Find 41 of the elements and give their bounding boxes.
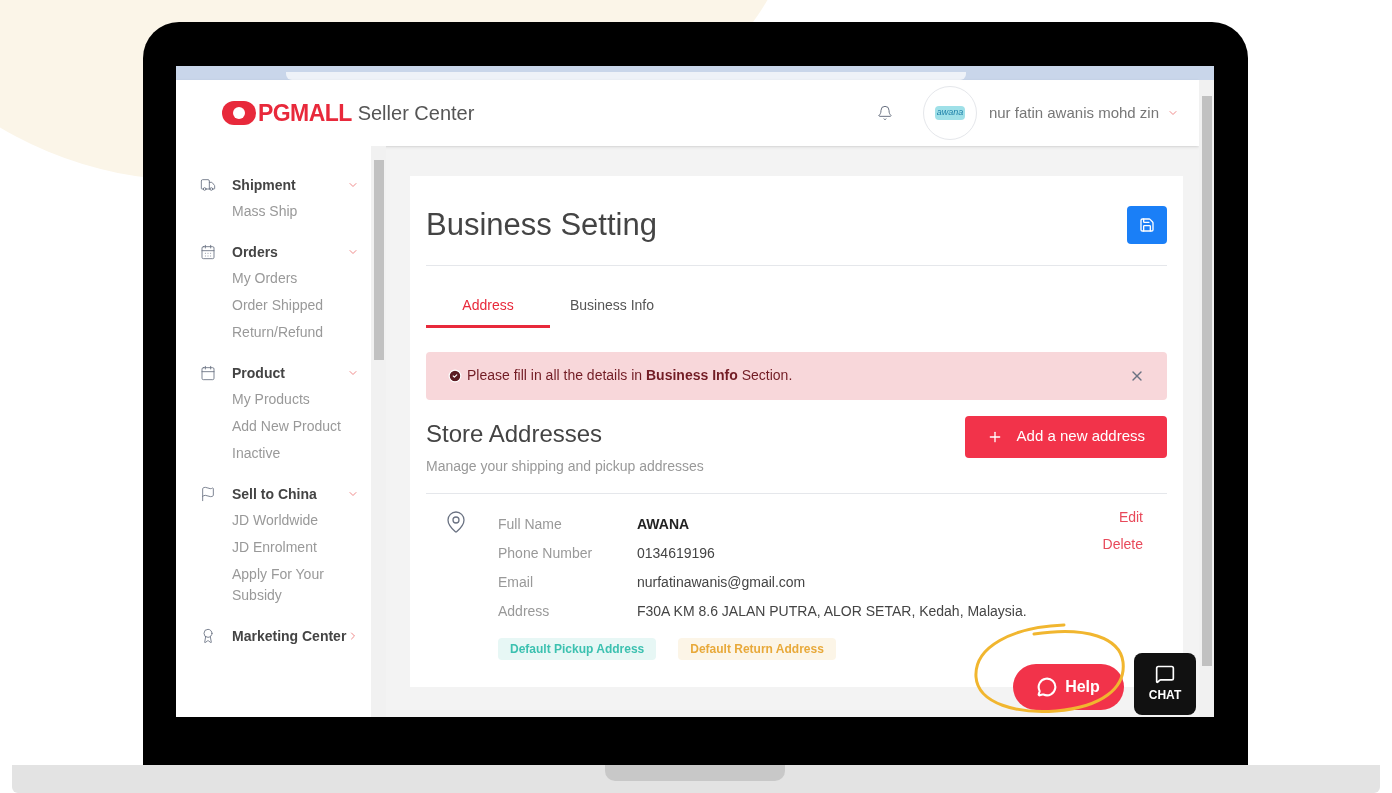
- logo-text[interactable]: PGMALL: [258, 95, 352, 131]
- sidebar-section[interactable]: Product: [232, 362, 285, 384]
- field-label: Email: [498, 572, 534, 592]
- sidebar-item[interactable]: JD Enrolment: [232, 534, 352, 561]
- address-action-link[interactable]: Delete: [1102, 530, 1143, 558]
- field-value: nurfatinawanis@gmail.com: [637, 572, 806, 592]
- sidebar-item[interactable]: Mass Ship: [232, 198, 352, 225]
- sidebar-item[interactable]: Apply For Your Subsidy: [232, 561, 352, 609]
- chat-button[interactable]: CHAT: [1134, 653, 1196, 715]
- sidebar-item[interactable]: My Products: [232, 386, 352, 413]
- field-label: Address: [498, 601, 551, 621]
- sidebar-section[interactable]: Marketing Center: [232, 625, 347, 647]
- tab[interactable]: Address: [426, 285, 550, 328]
- sidebar-section[interactable]: Sell to China: [232, 483, 317, 505]
- field-label: Full Name: [498, 514, 563, 534]
- app-subtitle: Seller Center: [357, 101, 475, 126]
- sidebar-item[interactable]: JD Worldwide: [232, 507, 352, 534]
- sidebar-section[interactable]: Shipment: [232, 174, 296, 196]
- help-button[interactable]: Help: [1013, 664, 1124, 710]
- sidebar-item[interactable]: Order Shipped: [232, 292, 352, 319]
- add-address-button[interactable]: Add a new address: [964, 415, 1167, 458]
- avatar[interactable]: awana: [922, 86, 977, 140]
- field-value: F30A KM 8.6 JALAN PUTRA, ALOR SETAR, Kedah, Malaysia.: [637, 601, 1027, 621]
- user-name[interactable]: nur fatin awanis mohd zin: [988, 101, 1159, 125]
- sidebar-item[interactable]: Return/Refund: [232, 319, 352, 346]
- address-tag: Default Pickup Address: [498, 637, 657, 660]
- page-title: Business Setting: [426, 206, 657, 244]
- sidebar-item[interactable]: Inactive: [232, 440, 352, 467]
- sidebar-item[interactable]: My Orders: [232, 265, 352, 292]
- avatar-text: awana: [934, 106, 966, 120]
- sidebar-section[interactable]: Orders: [232, 241, 278, 263]
- alert-message: Please fill in all the details in Business Info Section.: [467, 366, 793, 385]
- section-title: Store Addresses: [426, 418, 604, 449]
- address-action-link[interactable]: Edit: [1118, 503, 1143, 531]
- sidebar-item[interactable]: Add New Product: [232, 413, 352, 440]
- address-tag: Default Return Address: [678, 637, 836, 660]
- field-value: AWANA: [637, 514, 690, 534]
- field-value: 0134619196: [637, 543, 715, 563]
- section-subtitle: Manage your shipping and pickup addresses: [426, 456, 704, 476]
- tab[interactable]: Business Info: [550, 285, 674, 328]
- field-label: Phone Number: [498, 543, 594, 563]
